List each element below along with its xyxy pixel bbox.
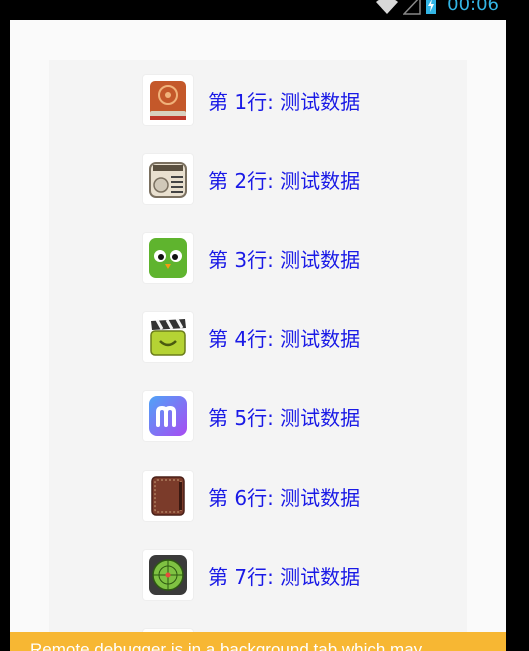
- list-item[interactable]: 第 4行: 测试数据: [143, 310, 360, 364]
- green-radar-app-icon: [143, 550, 193, 600]
- list-item[interactable]: 第 7行: 测试数据: [143, 548, 360, 602]
- row-label: 第 5行: 测试数据: [208, 405, 361, 430]
- list-item[interactable]: 第 2行: 测试数据: [143, 152, 360, 206]
- status-bar: 00:06: [0, 0, 529, 20]
- list-item[interactable]: 第 5行: 测试数据: [143, 389, 360, 443]
- row-label: 第 2行: 测试数据: [208, 168, 361, 193]
- leather-journal-app-icon: [143, 471, 193, 521]
- battery-charging-icon: [426, 0, 437, 14]
- letter-m-app-icon: [143, 391, 193, 441]
- status-clock: 00:06: [447, 0, 499, 15]
- row-label: 第 3行: 测试数据: [208, 247, 361, 272]
- row-label: 第 6行: 测试数据: [208, 485, 361, 510]
- row-label: 第 4行: 测试数据: [208, 326, 361, 351]
- notebook-app-icon: [143, 75, 193, 125]
- row-label: 第 7行: 测试数据: [208, 564, 361, 589]
- list-item[interactable]: 第 6行: 测试数据: [143, 469, 360, 523]
- app-screen: 第 1行: 测试数据 第 2行: 测试数据 第 3行: 测试数据 第 4行: 测…: [10, 20, 506, 651]
- toast-text: Remote debugger is in a background tab w…: [30, 640, 423, 651]
- video-clapper-app-icon: [143, 312, 193, 362]
- list-item[interactable]: 第 1行: 测试数据: [143, 73, 360, 127]
- status-icons: 00:06: [375, 0, 499, 16]
- row-label: 第 1行: 测试数据: [208, 89, 361, 114]
- wifi-icon: [376, 0, 399, 14]
- owl-app-icon: [143, 233, 193, 283]
- radio-app-icon: [143, 154, 193, 204]
- list-item[interactable]: 第 3行: 测试数据: [143, 231, 360, 285]
- debugger-warning-toast[interactable]: Remote debugger is in a background tab w…: [10, 632, 506, 651]
- list-view[interactable]: 第 1行: 测试数据 第 2行: 测试数据 第 3行: 测试数据 第 4行: 测…: [49, 60, 467, 651]
- cellular-signal-icon: [403, 0, 421, 15]
